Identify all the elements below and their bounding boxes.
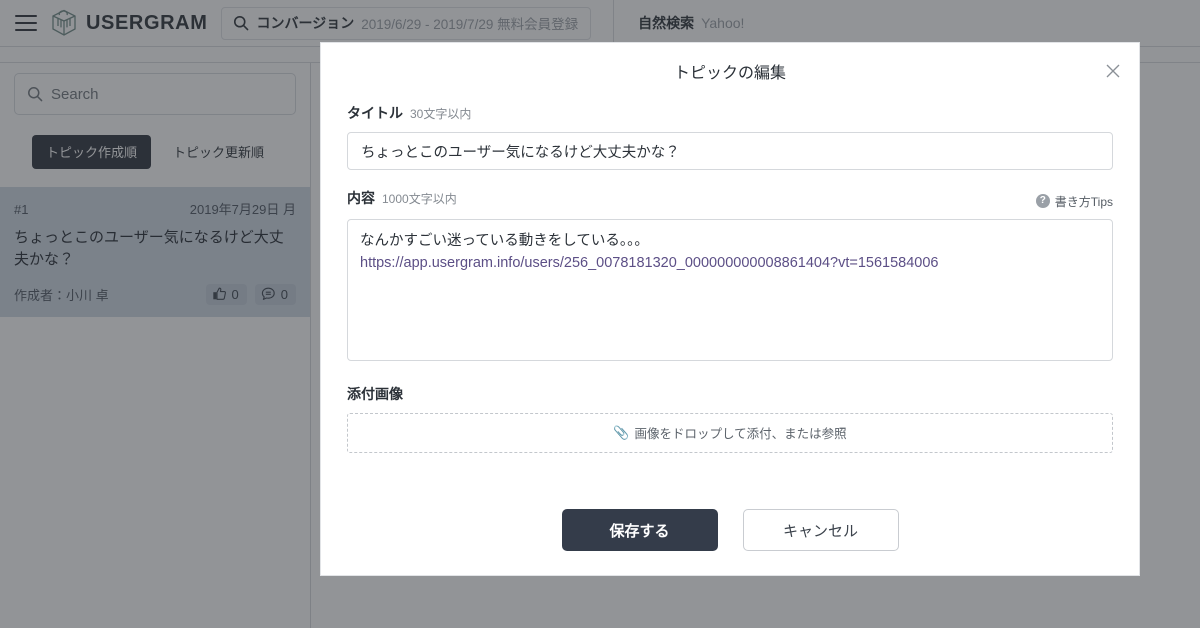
title-field-hint: 30文字以内 bbox=[410, 107, 472, 121]
modal-title: トピックの編集 bbox=[673, 65, 786, 82]
title-input[interactable] bbox=[347, 132, 1113, 170]
save-button[interactable]: 保存する bbox=[561, 509, 718, 551]
close-icon[interactable] bbox=[1104, 62, 1122, 80]
body-label-group: 内容 1000文字以内 bbox=[347, 188, 457, 208]
modal-body: タイトル 30文字以内 内容 1000文字以内 ? 書き方Tips なんかすご bbox=[321, 99, 1139, 479]
paperclip-icon: 📎 bbox=[613, 424, 630, 440]
cancel-button[interactable]: キャンセル bbox=[742, 509, 899, 551]
title-field-label: タイトル bbox=[347, 105, 403, 121]
title-label-group: タイトル 30文字以内 bbox=[347, 103, 471, 123]
attachment-field-block: 添付画像 📎 画像をドロップして添付、または参照 bbox=[347, 384, 1113, 453]
modal-header: トピックの編集 bbox=[321, 43, 1139, 99]
body-field-label: 内容 bbox=[347, 190, 375, 206]
image-drop-zone[interactable]: 📎 画像をドロップして添付、または参照 bbox=[347, 412, 1113, 453]
writing-tips-label: 書き方Tips bbox=[1054, 194, 1113, 209]
writing-tips-link[interactable]: ? 書き方Tips bbox=[1035, 193, 1113, 210]
help-circle-icon: ? bbox=[1035, 194, 1050, 208]
edit-topic-modal: トピックの編集 タイトル 30文字以内 内容 1000文字以内 bbox=[320, 42, 1140, 576]
title-field-block: タイトル 30文字以内 bbox=[347, 103, 1113, 170]
body-field-hint: 1000文字以内 bbox=[382, 192, 457, 206]
body-textarea[interactable] bbox=[347, 218, 1113, 361]
drop-zone-label: 画像をドロップして添付、または参照 bbox=[634, 427, 847, 441]
body-field-block: 内容 1000文字以内 ? 書き方Tips なんかすごい迷っている動きをしている… bbox=[347, 188, 1113, 366]
attachment-label-group: 添付画像 bbox=[347, 384, 403, 404]
attachment-field-label: 添付画像 bbox=[347, 385, 403, 402]
modal-actions: 保存する キャンセル bbox=[321, 479, 1139, 575]
body-field-label-row: 内容 1000文字以内 ? 書き方Tips bbox=[347, 188, 1113, 210]
title-field-label-row: タイトル 30文字以内 bbox=[347, 103, 1113, 123]
attachment-label-row: 添付画像 bbox=[347, 384, 1113, 404]
